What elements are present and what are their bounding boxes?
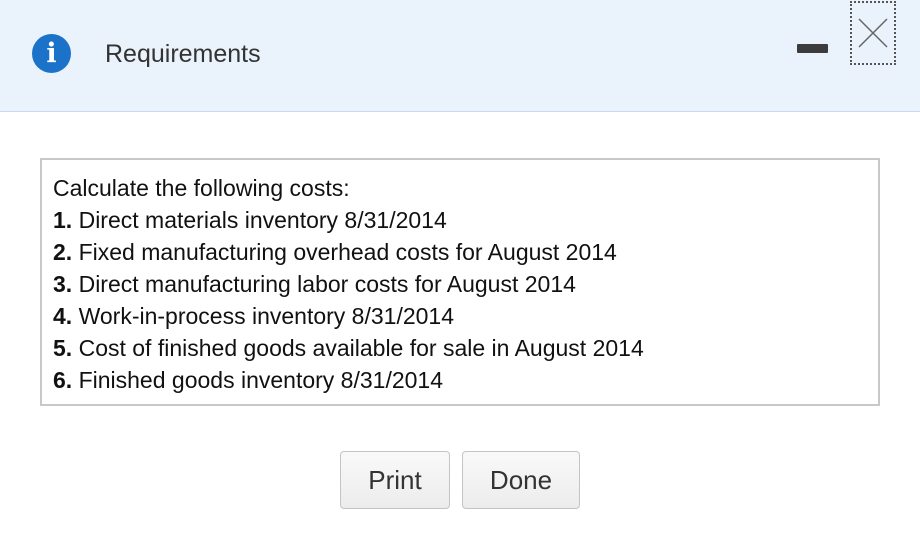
requirements-box: Calculate the following costs: 1. Direct… — [40, 158, 880, 406]
requirement-item: 5. Cost of finished goods available for … — [53, 332, 878, 364]
requirement-number: 6. — [53, 367, 73, 393]
requirement-number: 1. — [53, 207, 73, 233]
requirement-number: 4. — [53, 303, 73, 329]
info-icon: i — [32, 34, 71, 73]
dialog-title: Requirements — [105, 40, 261, 68]
close-button[interactable] — [850, 1, 896, 65]
requirement-item: 4. Work-in-process inventory 8/31/2014 — [53, 300, 878, 332]
requirement-text: Direct materials inventory 8/31/2014 — [78, 207, 447, 233]
close-icon — [858, 18, 888, 48]
requirement-text: Finished goods inventory 8/31/2014 — [78, 367, 443, 393]
requirement-number: 5. — [53, 335, 73, 361]
requirement-item: 2. Fixed manufacturing overhead costs fo… — [53, 236, 878, 268]
requirement-text: Work-in-process inventory 8/31/2014 — [78, 303, 455, 329]
requirement-item: 6. Finished goods inventory 8/31/2014 — [53, 364, 878, 396]
requirements-intro: Calculate the following costs: — [53, 175, 350, 201]
requirement-text: Cost of finished goods available for sal… — [78, 335, 644, 361]
dialog-header: i Requirements — [0, 0, 920, 112]
requirement-item: 1. Direct materials inventory 8/31/2014 — [53, 204, 878, 236]
requirement-item: 3. Direct manufacturing labor costs for … — [53, 268, 878, 300]
requirement-text: Direct manufacturing labor costs for Aug… — [78, 271, 576, 297]
requirement-text: Fixed manufacturing overhead costs for A… — [78, 239, 617, 265]
requirement-number: 3. — [53, 271, 73, 297]
requirement-number: 2. — [53, 239, 73, 265]
done-button[interactable]: Done — [462, 451, 580, 509]
minimize-button[interactable] — [797, 44, 828, 53]
print-button[interactable]: Print — [340, 451, 450, 509]
